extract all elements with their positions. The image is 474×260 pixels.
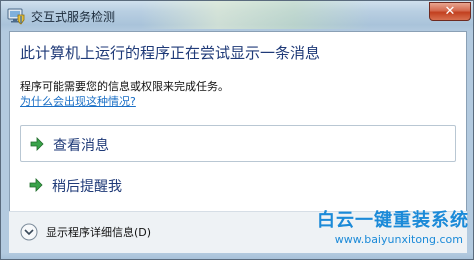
dialog-description: 程序可能需要您的信息或权限来完成任务。 bbox=[20, 80, 229, 93]
green-arrow-icon bbox=[29, 178, 43, 192]
window-title: 交互式服务检测 bbox=[31, 10, 116, 24]
expand-chevron-icon[interactable] bbox=[20, 223, 38, 241]
title-bar[interactable]: 交互式服务检测 ✕ bbox=[1, 1, 473, 31]
dialog-heading: 此计算机上运行的程序正在尝试显示一条消息 bbox=[20, 44, 321, 62]
view-message-label: 查看消息 bbox=[53, 138, 109, 154]
remind-later-option[interactable]: 稍后提醒我 bbox=[20, 167, 456, 204]
view-message-option[interactable]: 查看消息 bbox=[20, 125, 456, 162]
dialog-window: 交互式服务检测 ✕ 此计算机上运行的程序正在尝试显示一条消息 程序可能需要您的信… bbox=[0, 0, 474, 260]
show-details-toggle[interactable]: 显示程序详细信息(D) bbox=[46, 224, 151, 240]
close-icon: ✕ bbox=[444, 4, 456, 19]
title-bar-glow bbox=[141, 1, 371, 29]
window-bottom-border bbox=[1, 253, 473, 259]
dialog-footer: 显示程序详细信息(D) bbox=[9, 211, 467, 253]
close-button[interactable]: ✕ bbox=[429, 2, 471, 21]
shield-monitor-icon bbox=[7, 8, 25, 25]
remind-later-label: 稍后提醒我 bbox=[52, 179, 122, 195]
help-link[interactable]: 为什么会出现这种情况? bbox=[20, 93, 136, 109]
green-arrow-icon bbox=[30, 137, 44, 151]
